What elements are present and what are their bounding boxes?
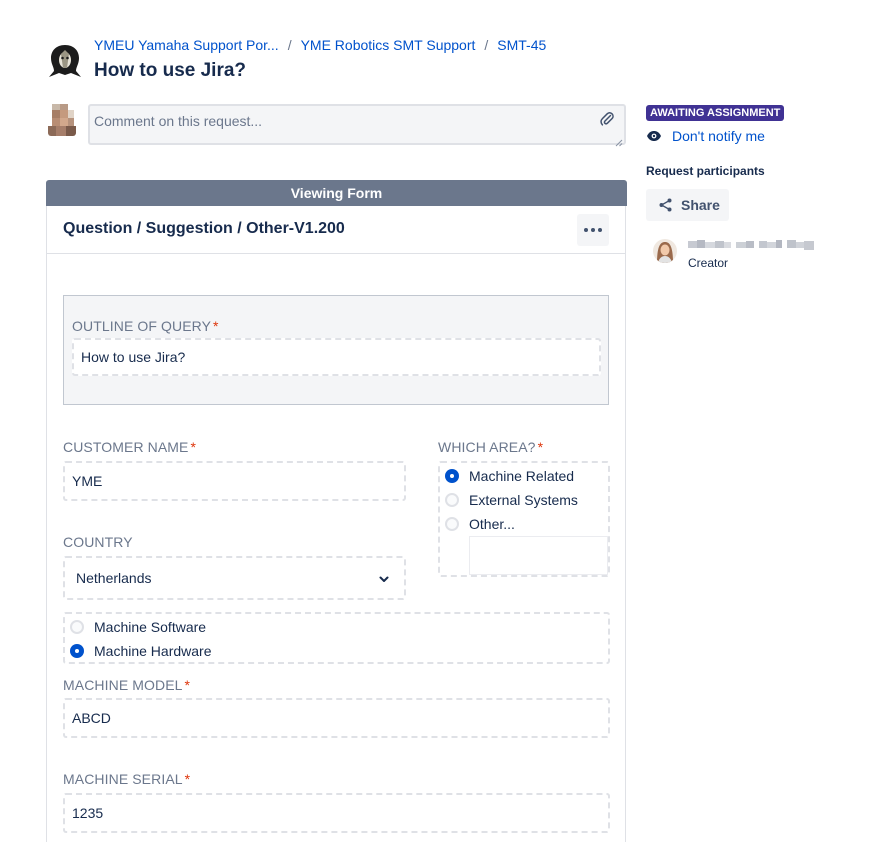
more-icon	[584, 228, 588, 232]
radio-unselected-icon	[70, 620, 84, 634]
paperclip-icon[interactable]	[599, 111, 615, 127]
comment-input[interactable]: Comment on this request...	[88, 104, 626, 147]
radio-machine-software[interactable]: Machine Software	[70, 619, 206, 635]
outline-section: OUTLINE OF QUERY * How to use Jira?	[63, 295, 609, 405]
required-marker: *	[537, 439, 544, 455]
form-banner: Viewing Form	[46, 180, 627, 206]
machine-serial-field[interactable]: 1235	[63, 793, 610, 833]
breadcrumb-portal[interactable]: YMEU Yamaha Support Por...	[94, 37, 279, 53]
participants-heading: Request participants	[646, 164, 765, 178]
country-select[interactable]: Netherlands	[63, 556, 406, 600]
customer-name-field[interactable]: YME	[63, 461, 406, 501]
required-marker: *	[190, 439, 197, 455]
breadcrumb-project[interactable]: YME Robotics SMT Support	[301, 37, 476, 53]
chevron-down-icon	[378, 572, 390, 584]
radio-selected-icon	[445, 469, 459, 483]
radio-unselected-icon	[445, 517, 459, 531]
customer-name-label: CUSTOMER NAME *	[63, 439, 197, 455]
avatar	[48, 104, 76, 136]
which-area-label: WHICH AREA? *	[438, 439, 544, 455]
machine-type-group: Machine Software Machine Hardware	[63, 612, 610, 664]
radio-external-systems[interactable]: External Systems	[445, 492, 578, 508]
page-title: How to use Jira?	[94, 60, 247, 81]
breadcrumb: YMEU Yamaha Support Por... / YME Robotics …	[94, 37, 546, 53]
outline-label: OUTLINE OF QUERY *	[72, 318, 219, 334]
comment-placeholder: Comment on this request...	[94, 113, 263, 129]
radio-other[interactable]: Other...	[445, 516, 515, 532]
status-badge: AWAITING ASSIGNMENT	[646, 105, 785, 121]
country-label: COUNTRY	[63, 534, 133, 550]
radio-unselected-icon	[445, 493, 459, 507]
machine-model-label: MACHINE MODEL *	[63, 677, 191, 693]
other-text-input[interactable]	[469, 536, 608, 575]
which-area-group: Machine Related External Systems Other..…	[438, 461, 610, 577]
project-logo-icon[interactable]	[45, 42, 85, 80]
notify-toggle-link[interactable]: Don't notify me	[646, 128, 765, 144]
breadcrumb-issue-key[interactable]: SMT-45	[497, 37, 546, 53]
request-form: Viewing Form Question / Suggestion / Oth…	[46, 180, 627, 842]
share-icon	[659, 198, 672, 212]
eye-icon	[647, 131, 661, 141]
form-title: Question / Suggestion / Other-V1.200	[63, 220, 345, 237]
radio-selected-icon	[70, 644, 84, 658]
participant-role: Creator	[688, 256, 729, 270]
outline-field[interactable]: How to use Jira?	[72, 338, 601, 376]
required-marker: *	[184, 771, 191, 787]
participant-name-redacted	[688, 238, 814, 250]
machine-serial-label: MACHINE SERIAL *	[63, 771, 191, 787]
form-header: Question / Suggestion / Other-V1.200	[47, 206, 625, 254]
radio-machine-hardware[interactable]: Machine Hardware	[70, 643, 212, 659]
more-button[interactable]	[577, 214, 609, 246]
participant-avatar	[653, 239, 677, 263]
radio-machine-related[interactable]: Machine Related	[445, 468, 574, 484]
share-button[interactable]: Share	[646, 189, 729, 221]
breadcrumb-separator: /	[287, 37, 292, 53]
machine-model-field[interactable]: ABCD	[63, 698, 610, 738]
resize-grip-icon[interactable]	[615, 134, 623, 147]
required-marker: *	[184, 677, 191, 693]
required-marker: *	[213, 318, 219, 334]
breadcrumb-separator: /	[484, 37, 489, 53]
